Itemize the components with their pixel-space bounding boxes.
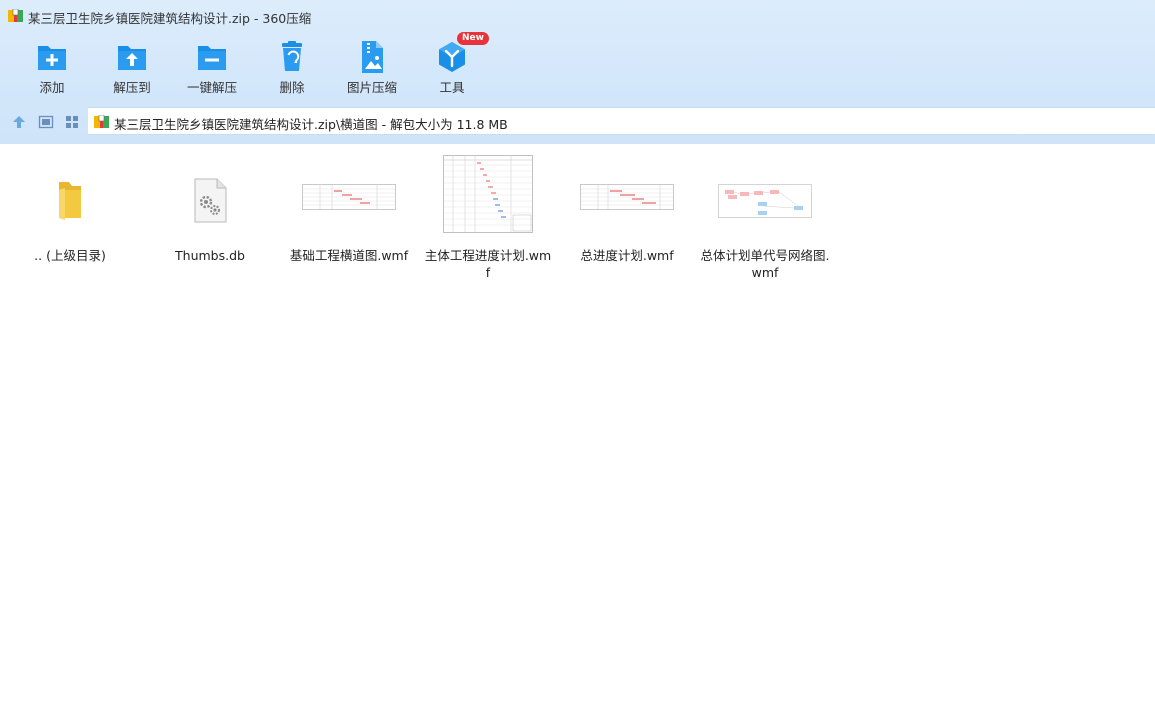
image-compress-button[interactable]: 图片压缩 bbox=[332, 38, 412, 98]
app-window: 某三层卫生院乡镇医院建筑结构设计.zip - 360压缩 添加 解压到 一键解压… bbox=[0, 0, 1155, 715]
zip-archive-icon bbox=[8, 9, 23, 22]
file-name: 总体计划单代号网络图.wmf bbox=[700, 248, 830, 280]
schedule-thumbnail-icon bbox=[443, 155, 533, 233]
gantt-thumbnail-icon bbox=[580, 184, 674, 210]
navigation-row: 某三层卫生院乡镇医院建筑结构设计.zip\横道图 - 解包大小为 11.8 MB bbox=[0, 107, 1155, 137]
network-diagram-thumbnail-icon bbox=[718, 184, 812, 218]
zip-archive-icon bbox=[94, 115, 109, 128]
tools-button-label: 工具 bbox=[439, 80, 465, 95]
extract-to-icon bbox=[118, 46, 146, 70]
file-item-wmf[interactable]: 主体工程进度计划.wmf bbox=[423, 152, 553, 282]
toolbar: 添加 解压到 一键解压 删除 图片压缩 New 工具 bbox=[0, 32, 1155, 100]
thumbnail-view-icon[interactable] bbox=[64, 114, 80, 130]
file-name: 总进度计划.wmf bbox=[580, 248, 674, 263]
one-click-extract-button-label: 一键解压 bbox=[186, 80, 237, 95]
new-badge: New bbox=[457, 32, 489, 45]
path-bar[interactable]: 某三层卫生院乡镇医院建筑结构设计.zip\横道图 - 解包大小为 11.8 MB bbox=[88, 107, 1155, 135]
add-button[interactable]: 添加 bbox=[12, 38, 92, 98]
one-click-extract-button[interactable]: 一键解压 bbox=[172, 38, 252, 98]
delete-button-label: 删除 bbox=[279, 80, 305, 95]
file-name: 主体工程进度计划.wmf bbox=[424, 248, 552, 280]
file-item-wmf[interactable]: 总体计划单代号网络图.wmf bbox=[700, 152, 830, 282]
title-bar: 某三层卫生院乡镇医院建筑结构设计.zip - 360压缩 bbox=[0, 0, 1155, 32]
add-button-label: 添加 bbox=[39, 80, 65, 95]
file-name: .. (上级目录) bbox=[34, 248, 106, 263]
one-click-extract-icon bbox=[198, 46, 226, 70]
image-compress-button-label: 图片压缩 bbox=[346, 80, 397, 95]
path-text: 某三层卫生院乡镇医院建筑结构设计.zip\横道图 - 解包大小为 11.8 MB bbox=[114, 117, 508, 132]
tools-button[interactable]: New 工具 bbox=[412, 32, 492, 98]
file-item-thumbs-db[interactable]: Thumbs.db bbox=[145, 152, 275, 282]
file-item-wmf[interactable]: 基础工程横道图.wmf bbox=[284, 152, 414, 282]
detail-view-icon[interactable] bbox=[38, 114, 54, 130]
delete-button[interactable]: 删除 bbox=[252, 38, 332, 98]
top-chrome: 某三层卫生院乡镇医院建筑结构设计.zip - 360压缩 添加 解压到 一键解压… bbox=[0, 0, 1155, 144]
gantt-thumbnail-icon bbox=[302, 184, 396, 210]
extract-to-button-label: 解压到 bbox=[113, 80, 151, 95]
window-title: 某三层卫生院乡镇医院建筑结构设计.zip - 360压缩 bbox=[28, 11, 312, 26]
delete-trash-icon bbox=[282, 41, 302, 71]
extract-to-button[interactable]: 解压到 bbox=[92, 38, 172, 98]
file-name: Thumbs.db bbox=[175, 248, 245, 263]
up-arrow-icon[interactable] bbox=[11, 114, 27, 130]
tools-icon bbox=[439, 42, 465, 72]
folder-icon bbox=[59, 182, 81, 220]
system-file-icon bbox=[194, 178, 227, 223]
image-compress-icon bbox=[362, 41, 383, 73]
file-list-area: .. (上级目录) Thumbs.db 基础工程横道图.wmf 主体工程进度计划… bbox=[0, 144, 1155, 715]
file-name: 基础工程横道图.wmf bbox=[289, 248, 409, 263]
file-item-wmf[interactable]: 总进度计划.wmf bbox=[562, 152, 692, 282]
add-folder-icon bbox=[38, 46, 66, 70]
file-item-parent-folder[interactable]: .. (上级目录) bbox=[5, 152, 135, 282]
